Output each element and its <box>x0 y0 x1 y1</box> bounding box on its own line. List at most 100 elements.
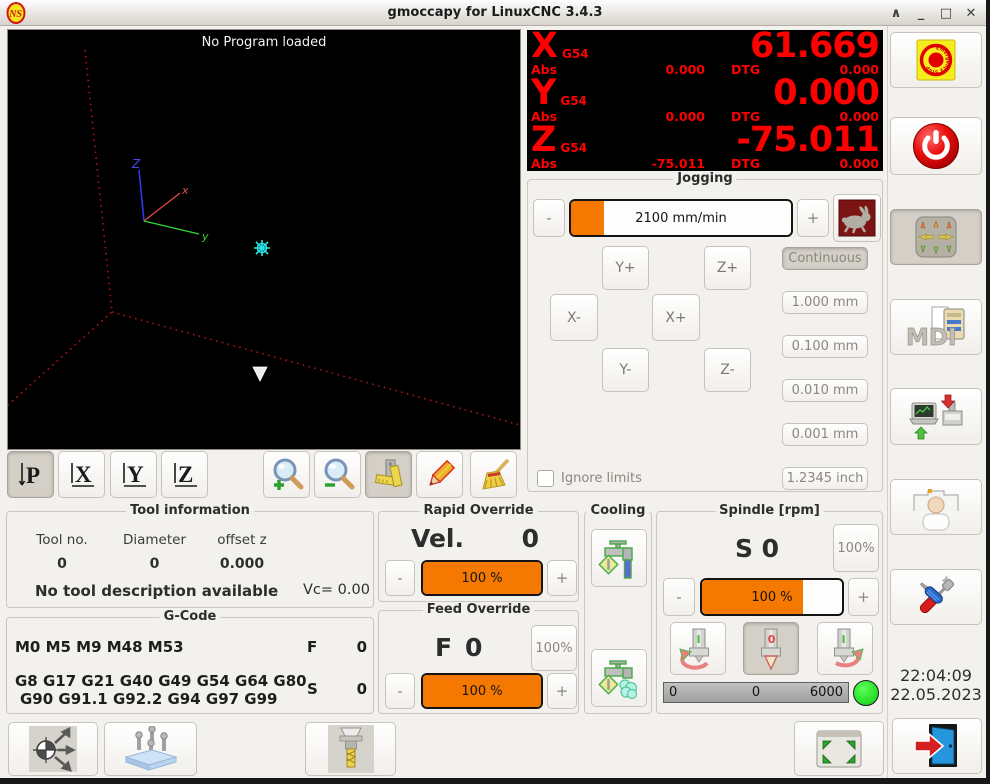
draw-path-button[interactable] <box>416 451 463 498</box>
view-x-button[interactable]: X <box>58 451 105 498</box>
zoom-in-button[interactable] <box>263 451 310 498</box>
flood-icon <box>597 533 641 583</box>
view-perspective-button[interactable]: P <box>7 451 54 498</box>
spindle-cw-button[interactable]: I <box>817 622 873 675</box>
increment-inch-button[interactable]: 1.2345 inch <box>782 467 868 490</box>
jog-z-plus-button[interactable]: Z+ <box>704 246 751 290</box>
show-dimensions-button[interactable] <box>365 451 412 498</box>
clear-plot-button[interactable] <box>470 451 517 498</box>
active-mcodes: M0 M5 M9 M48 M53 <box>15 638 184 656</box>
feed-f-value: 0 <box>465 633 482 662</box>
vel-label: Vel. <box>411 524 464 553</box>
spindle-plus-button[interactable]: + <box>848 578 879 616</box>
touch-off-button[interactable] <box>8 722 98 776</box>
dro-axis-z[interactable]: Z G54 -75.011 Abs -75.011 DTG 0.000 <box>529 125 881 172</box>
rapid-override-slider[interactable]: 100 % <box>421 560 543 596</box>
increment-01mm-button[interactable]: 0.100 mm <box>782 335 868 358</box>
increment-continuous-button[interactable]: Continuous <box>782 247 868 270</box>
jog-pad-icon <box>913 214 959 260</box>
jog-y-minus-button[interactable]: Y- <box>602 348 649 392</box>
view-p-icon: P <box>15 459 47 491</box>
ignore-limits-checkbox[interactable] <box>537 470 554 487</box>
view-y-icon: Y <box>118 459 150 491</box>
feed-override-slider[interactable]: 100 % <box>421 673 543 709</box>
manual-mode-button[interactable] <box>890 209 982 265</box>
minimize-button[interactable]: _ <box>910 3 932 23</box>
touch-off-icon <box>29 726 77 772</box>
spindle-frame: Spindle [rpm] S 0 100% - 100 % + I 0 <box>656 511 883 714</box>
maximize-button[interactable]: □ <box>935 3 957 23</box>
close-button[interactable]: ✕ <box>960 3 982 23</box>
offset-z-value: 0.000 <box>202 556 282 572</box>
tool-info-frame: Tool information Tool no. Diameter offse… <box>6 511 374 608</box>
rapid-plus-button[interactable]: + <box>547 560 577 596</box>
spindle-override-slider[interactable]: 100 % <box>700 578 844 616</box>
fullscreen-icon <box>815 729 863 769</box>
z-axis-line <box>139 170 144 221</box>
jog-speed-plus-button[interactable]: + <box>797 199 829 237</box>
jog-fast-rabbit-button[interactable] <box>833 194 881 242</box>
x-axis-label: x <box>181 184 189 197</box>
clock-time: 22:04:09 <box>890 666 982 685</box>
emergency-stop-button[interactable]: Emergency Stop <box>890 32 982 88</box>
tool-holder-icon <box>328 725 374 773</box>
jog-y-plus-button[interactable]: Y+ <box>602 246 649 290</box>
dro-x-dtg-label: DTG <box>705 63 765 77</box>
increment-001mm-button[interactable]: 0.010 mm <box>782 379 868 402</box>
view-y-button[interactable]: Y <box>110 451 157 498</box>
mdi-mode-button[interactable]: MDI <box>890 299 982 355</box>
block-height-button[interactable] <box>104 722 197 776</box>
window-title: gmoccapy for LinuxCNC 3.4.3 <box>0 5 990 20</box>
rollup-button[interactable]: ∧ <box>885 3 907 23</box>
increment-0001mm-button[interactable]: 0.001 mm <box>782 423 868 446</box>
mist-icon <box>597 653 641 703</box>
jog-speed-minus-button[interactable]: - <box>533 199 565 237</box>
increment-1mm-button[interactable]: 1.000 mm <box>782 291 868 314</box>
clock-display: 22:04:09 22.05.2023 <box>890 666 982 704</box>
svg-text:MDI: MDI <box>906 325 957 349</box>
exit-button[interactable] <box>892 718 982 774</box>
spindle-reset-100-button[interactable]: 100% <box>833 524 879 572</box>
spindle-title: Spindle [rpm] <box>715 503 824 518</box>
touch-plate-icon <box>122 726 180 772</box>
rapid-minus-button[interactable]: - <box>385 560 415 596</box>
flood-coolant-button[interactable] <box>591 529 647 587</box>
setup-user-button[interactable] <box>890 479 982 535</box>
jog-speed-slider[interactable]: 2100 mm/min <box>569 199 793 237</box>
ruler-icon <box>372 458 406 492</box>
active-gcodes-line2: G90 G91.1 G92.2 G94 G97 G99 <box>20 690 278 708</box>
dro-z-value: -75.011 <box>736 125 879 156</box>
dro-z-dtg-value: 0.000 <box>765 157 879 171</box>
settings-button[interactable] <box>890 569 982 625</box>
dro-y-letter: Y <box>531 78 556 108</box>
pencil-icon <box>423 458 457 492</box>
fullscreen-button[interactable] <box>794 721 884 776</box>
dro-y-abs-value: 0.000 <box>565 110 705 124</box>
rapid-override-title: Rapid Override <box>419 503 537 518</box>
tool-cone <box>253 367 267 381</box>
gremlin-preview-canvas[interactable]: No Program loaded Z x y <box>7 29 521 450</box>
zoom-out-button[interactable] <box>314 451 361 498</box>
feed-plus-button[interactable]: + <box>547 673 577 709</box>
view-z-button[interactable]: Z <box>161 451 208 498</box>
mist-coolant-button[interactable] <box>591 649 647 707</box>
jog-x-minus-button[interactable]: X- <box>550 294 598 341</box>
dro-x-abs-value: 0.000 <box>565 63 705 77</box>
auto-mode-button[interactable] <box>890 388 982 445</box>
offset-z-header: offset z <box>202 532 282 548</box>
power-icon <box>911 121 961 171</box>
feed-minus-button[interactable]: - <box>385 673 415 709</box>
jog-x-plus-button[interactable]: X+ <box>652 294 700 341</box>
dro-axis-y[interactable]: Y G54 0.000 Abs 0.000 DTG 0.000 <box>529 78 881 125</box>
tool-settings-button[interactable] <box>305 722 396 776</box>
jog-z-minus-button[interactable]: Z- <box>704 348 751 392</box>
exit-door-icon <box>912 722 962 770</box>
machine-on-button[interactable] <box>890 117 982 175</box>
view-x-icon: X <box>66 459 98 491</box>
feed-reset-100-button[interactable]: 100% <box>531 625 577 671</box>
spindle-stop-button[interactable]: 0 <box>743 622 799 675</box>
dro-axis-x[interactable]: X G54 61.669 Abs 0.000 DTG 0.000 <box>529 31 881 78</box>
spindle-minus-button[interactable]: - <box>663 578 695 616</box>
spindle-ccw-button[interactable]: I <box>670 622 726 675</box>
x-axis-line <box>144 193 180 221</box>
